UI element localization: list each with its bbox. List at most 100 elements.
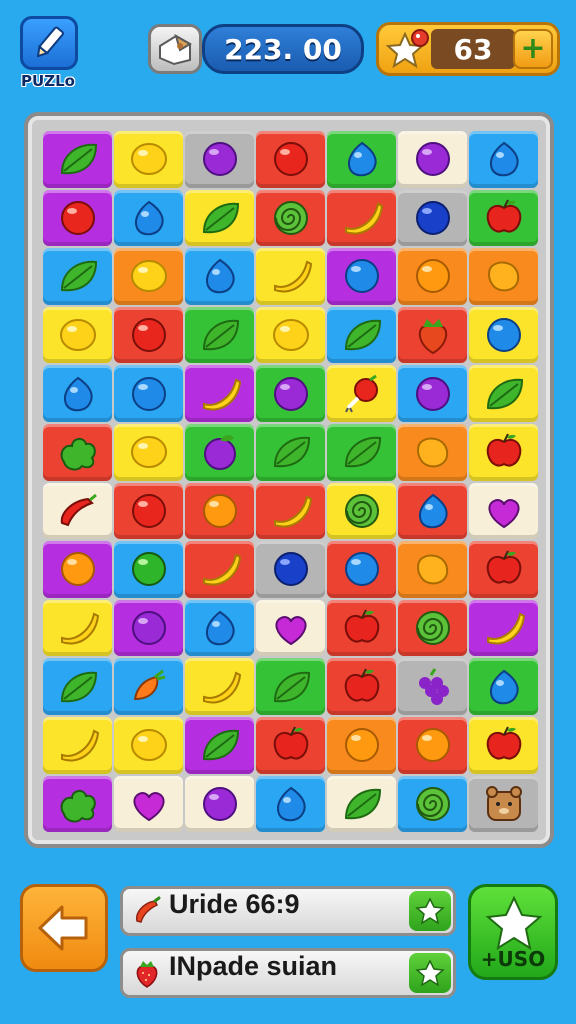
tile-radish[interactable]: [327, 365, 396, 422]
tile-leaf[interactable]: [327, 306, 396, 364]
tile-green-ball[interactable]: [114, 541, 183, 598]
tile-bear[interactable]: [469, 775, 538, 833]
tile-apple[interactable]: [469, 716, 538, 774]
banana-icon: [486, 612, 525, 645]
tile-apple[interactable]: [327, 658, 396, 715]
tile-leaf[interactable]: [327, 423, 396, 481]
goal-star-button[interactable]: [409, 891, 451, 931]
banana-icon: [60, 612, 99, 645]
tile-banana[interactable]: [185, 365, 254, 422]
tile-bush[interactable]: [43, 423, 112, 481]
tile-leaf[interactable]: [185, 306, 254, 364]
tile-leaf[interactable]: [469, 365, 538, 422]
tile-leaf[interactable]: [43, 131, 112, 188]
tile-lemon[interactable]: [114, 248, 183, 305]
tile-bush[interactable]: [43, 775, 112, 833]
orange-icon: [415, 259, 450, 294]
tile-leaf[interactable]: [327, 775, 396, 833]
tile-red-ball[interactable]: [114, 482, 183, 540]
tile-grape-ball[interactable]: [398, 131, 467, 188]
tile-mango[interactable]: [469, 248, 538, 305]
tile-grape-ball[interactable]: [398, 365, 467, 422]
tile-heart[interactable]: [114, 775, 183, 833]
pencil-button[interactable]: [20, 16, 78, 70]
tile-banana[interactable]: [185, 658, 254, 715]
tile-apple[interactable]: [469, 423, 538, 481]
tile-blue-ball[interactable]: [114, 365, 183, 422]
tile-banana[interactable]: [185, 541, 254, 598]
tile-heart[interactable]: [256, 599, 325, 657]
tile-blue-drop[interactable]: [114, 189, 183, 247]
goal-text: INpade suian: [169, 951, 338, 981]
tile-blue-drop[interactable]: [398, 482, 467, 540]
tile-orange[interactable]: [398, 248, 467, 305]
tile-leaf[interactable]: [185, 716, 254, 774]
tile-orange[interactable]: [43, 541, 112, 598]
goal-star-button[interactable]: [409, 953, 451, 993]
tile-blue-drop[interactable]: [256, 775, 325, 833]
grape-ball-icon: [415, 376, 450, 411]
tile-blue-drop[interactable]: [185, 248, 254, 305]
tile-lemon[interactable]: [256, 306, 325, 364]
tile-leaf[interactable]: [256, 423, 325, 481]
tile-orange[interactable]: [398, 716, 467, 774]
tile-grapes[interactable]: [398, 658, 467, 715]
tile-apple[interactable]: [327, 599, 396, 657]
tile-leaf[interactable]: [256, 658, 325, 715]
tile-chili[interactable]: [43, 482, 112, 540]
score-icon-button[interactable]: [148, 24, 202, 74]
tile-grape-ball[interactable]: [185, 775, 254, 833]
tile-apple[interactable]: [469, 541, 538, 598]
tile-leaf[interactable]: [43, 658, 112, 715]
orange-icon: [202, 493, 237, 528]
tile-blue-drop[interactable]: [469, 131, 538, 188]
tile-lemon[interactable]: [114, 716, 183, 774]
tile-swirl[interactable]: [256, 189, 325, 247]
tile-grape-ball[interactable]: [256, 365, 325, 422]
tile-mango[interactable]: [398, 541, 467, 598]
tile-blue-drop[interactable]: [43, 365, 112, 422]
tile-orange[interactable]: [327, 716, 396, 774]
tile-carrot[interactable]: [114, 658, 183, 715]
tile-mango[interactable]: [398, 423, 467, 481]
add-coins-button[interactable]: +: [513, 29, 553, 69]
tile-swirl[interactable]: [327, 482, 396, 540]
tile-blue-drop[interactable]: [327, 131, 396, 188]
tile-banana[interactable]: [43, 599, 112, 657]
tile-banana[interactable]: [469, 599, 538, 657]
tile-orange[interactable]: [185, 482, 254, 540]
tile-blue-ball[interactable]: [327, 248, 396, 305]
tile-blue-drop[interactable]: [469, 658, 538, 715]
tile-strawberry[interactable]: [398, 306, 467, 364]
tile-lemon[interactable]: [43, 306, 112, 364]
tile-grape-ball[interactable]: [185, 131, 254, 188]
orange-icon: [344, 728, 379, 763]
tile-blue-ball[interactable]: [469, 306, 538, 364]
use-booster-button[interactable]: +USO: [468, 884, 558, 980]
tile-dark-blue-ball[interactable]: [256, 541, 325, 598]
tile-lemon[interactable]: [114, 423, 183, 481]
tile-blue-drop[interactable]: [185, 599, 254, 657]
tile-blue-ball[interactable]: [327, 541, 396, 598]
red-ball-icon: [131, 318, 166, 353]
tile-apple[interactable]: [256, 716, 325, 774]
tile-leaf[interactable]: [43, 248, 112, 305]
tile-swirl[interactable]: [398, 775, 467, 833]
tile-red-ball[interactable]: [114, 306, 183, 364]
lemon-icon: [272, 319, 309, 352]
tile-apple[interactable]: [469, 189, 538, 247]
tile-grape-ball[interactable]: [114, 599, 183, 657]
back-button[interactable]: [20, 884, 108, 972]
tile-lemon[interactable]: [114, 131, 183, 188]
tile-plum[interactable]: [185, 423, 254, 481]
tile-red-ball[interactable]: [256, 131, 325, 188]
tile-heart[interactable]: [469, 482, 538, 540]
tile-leaf[interactable]: [185, 189, 254, 247]
tile-banana[interactable]: [327, 189, 396, 247]
tile-banana[interactable]: [256, 248, 325, 305]
tile-banana[interactable]: [43, 716, 112, 774]
tile-red-ball[interactable]: [43, 189, 112, 247]
tile-swirl[interactable]: [398, 599, 467, 657]
tile-dark-blue-ball[interactable]: [398, 189, 467, 247]
tile-banana[interactable]: [256, 482, 325, 540]
